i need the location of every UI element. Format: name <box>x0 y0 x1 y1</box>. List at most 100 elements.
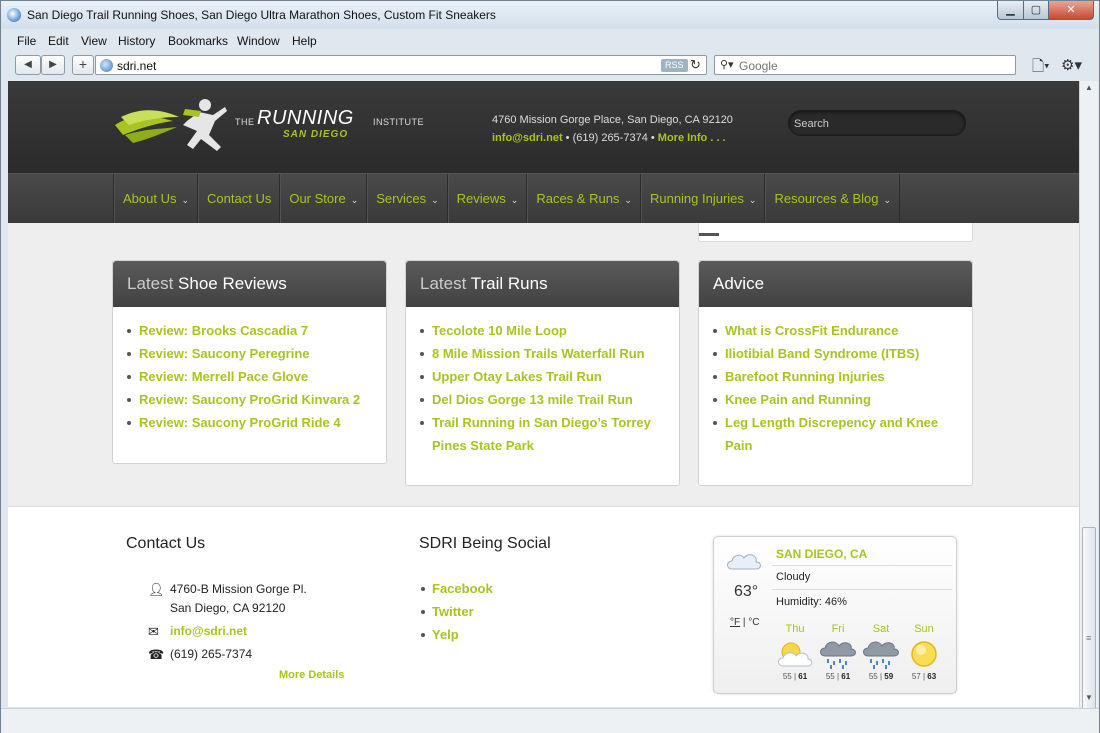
advice-link[interactable]: Barefoot Running Injuries <box>711 365 962 388</box>
review-link[interactable]: Review: Brooks Cascadia 7 <box>125 319 376 342</box>
menu-window[interactable]: Window <box>237 34 280 48</box>
unit-toggle: °F | °C <box>730 617 760 628</box>
page-menu-icon[interactable]: 🗋▾ <box>1032 56 1050 81</box>
footer-phone-number: (619) 265-7374 <box>170 647 253 661</box>
facebook-link[interactable]: Facebook <box>420 577 493 600</box>
unit-c[interactable]: °C <box>748 617 759 628</box>
advice-link[interactable]: Knee Pain and Running <box>711 388 962 411</box>
panel-title-light: Latest <box>420 274 467 293</box>
nav-resources-blog[interactable]: Resources & Blog ⌄ <box>765 174 901 224</box>
header-email-link[interactable]: info@sdri.net <box>492 132 563 144</box>
scroll-up-icon[interactable]: ▲ <box>1085 83 1093 92</box>
chevron-down-icon: ⌄ <box>431 195 439 205</box>
panel-advice: Advice What is CrossFit Endurance Ilioti… <box>698 260 973 486</box>
search-icon: ⚲▾ <box>720 59 734 71</box>
chevron-down-icon: ⌄ <box>883 195 892 205</box>
forecast-day: Sun 57 | 63 <box>901 623 947 681</box>
minimize-button[interactable]: ▁ <box>997 1 1024 20</box>
site-logo[interactable]: THE RUNNING INSTITUTE SAN DIEGO <box>113 95 424 155</box>
window-title: San Diego Trail Running Shoes, San Diego… <box>27 8 496 22</box>
review-link[interactable]: Review: Merrell Pace Glove <box>125 365 376 388</box>
address-line-2: San Diego, CA 92120 <box>170 601 286 615</box>
nav-services[interactable]: Services ⌄ <box>367 174 448 224</box>
more-info-link[interactable]: More Info . . . <box>658 132 726 144</box>
site-search[interactable] <box>788 110 966 136</box>
advice-link[interactable]: What is CrossFit Endurance <box>711 319 962 342</box>
maximize-button[interactable]: ▢ <box>1023 1 1049 20</box>
menu-file[interactable]: File <box>17 34 36 48</box>
unit-f[interactable]: °F <box>730 617 740 628</box>
logo-sandiego: SAN DIEGO <box>283 129 349 140</box>
nav-reviews[interactable]: Reviews ⌄ <box>447 174 528 224</box>
twitter-link[interactable]: Twitter <box>420 600 493 623</box>
advice-link[interactable]: Leg Length Discrepency and Knee Pain <box>711 411 962 457</box>
site-search-input[interactable] <box>794 115 954 132</box>
previous-panel-bottom <box>698 223 973 242</box>
page-viewport: THE RUNNING INSTITUTE SAN DIEGO 4760 Mis… <box>8 81 1079 707</box>
weather-humidity: Humidity: 46% <box>776 596 847 608</box>
review-link[interactable]: Review: Saucony Peregrine <box>125 342 376 365</box>
status-bar <box>1 708 1099 733</box>
close-button[interactable]: ✕ <box>1048 1 1094 20</box>
forecast-high: 59 <box>884 672 894 681</box>
scroll-down-icon[interactable]: ▼ <box>1085 693 1093 702</box>
forecast-low: 55 <box>868 672 878 681</box>
forward-button[interactable]: ▶ <box>41 55 65 75</box>
footer-email-link[interactable]: info@sdri.net <box>170 622 247 641</box>
back-button[interactable]: ◀ <box>15 55 41 75</box>
nav-label: Our Store <box>289 191 346 206</box>
weather-widget: SAN DIEGO, CA Cloudy Humidity: 46% 63° °… <box>713 536 957 694</box>
review-link[interactable]: Review: Saucony ProGrid Kinvara 2 <box>125 388 376 411</box>
new-tab-button[interactable]: + <box>72 55 94 75</box>
chevron-down-icon: ⌄ <box>748 195 757 205</box>
url-text: sdri.net <box>117 59 157 73</box>
header-contact-info: 4760 Mission Gorge Place, San Diego, CA … <box>492 111 733 147</box>
nav-label: Resources & Blog <box>774 191 879 206</box>
nav-contact-us[interactable]: Contact Us <box>198 174 281 224</box>
nav-running-injuries[interactable]: Running Injuries ⌄ <box>640 174 766 224</box>
phone-icon: ☎ <box>148 647 165 662</box>
logo-running: RUNNING <box>257 107 354 129</box>
site-header: THE RUNNING INSTITUTE SAN DIEGO 4760 Mis… <box>8 81 1079 173</box>
forecast-high: 61 <box>798 672 808 681</box>
weather-city: SAN DIEGO, CA <box>776 547 868 561</box>
header-address: 4760 Mission Gorge Place, San Diego, CA … <box>492 114 733 126</box>
navigation-toolbar: ◀ ▶ + sdri.net RSS ↻ ⚲▾ Google 🗋▾ ⚙▾ <box>1 53 1099 79</box>
more-details-link[interactable]: More Details <box>279 669 344 681</box>
gear-icon[interactable]: ⚙▾ <box>1061 56 1082 74</box>
trail-run-link[interactable]: Trail Running in San Diego’s Torrey Pine… <box>418 411 669 457</box>
scroll-thumb[interactable]: ≡ <box>1082 527 1096 733</box>
forecast-day-name: Thu <box>785 623 805 635</box>
menu-edit[interactable]: Edit <box>48 34 69 48</box>
trail-run-link[interactable]: 8 Mile Mission Trails Waterfall Run <box>418 342 669 365</box>
nav-about-us[interactable]: About Us ⌄ <box>114 174 199 224</box>
rss-button[interactable]: RSS <box>661 59 688 72</box>
menu-view[interactable]: View <box>81 34 107 48</box>
nav-label: Services <box>376 191 427 206</box>
reload-icon[interactable]: ↻ <box>690 57 701 73</box>
menu-help[interactable]: Help <box>292 34 317 48</box>
forecast-day-name: Sun <box>914 623 934 635</box>
yelp-link[interactable]: Yelp <box>420 623 493 646</box>
rain-cloud-icon <box>861 638 901 670</box>
header-phone: • (619) 265-7374 • <box>562 132 655 144</box>
address-line-1: 4760-B Mission Gorge Pl. <box>170 582 307 596</box>
advice-link[interactable]: Iliotibial Band Syndrome (ITBS) <box>711 342 962 365</box>
trail-run-link[interactable]: Upper Otay Lakes Trail Run <box>418 365 669 388</box>
trail-run-link[interactable]: Tecolote 10 Mile Loop <box>418 319 669 342</box>
address-bar[interactable]: sdri.net RSS ↻ <box>95 55 707 75</box>
menu-bookmarks[interactable]: Bookmarks <box>168 34 228 48</box>
forecast-day-name: Fri <box>831 623 845 635</box>
chevron-down-icon: ⌄ <box>350 195 359 205</box>
trail-run-link[interactable]: Del Dios Gorge 13 mile Trail Run <box>418 388 669 411</box>
nav-label: Contact Us <box>207 191 272 206</box>
menu-history[interactable]: History <box>118 34 155 48</box>
nav-our-store[interactable]: Our Store ⌄ <box>280 174 368 224</box>
search-box[interactable]: ⚲▾ Google <box>714 55 1016 75</box>
forecast-day: Fri 55 | 61 <box>815 623 861 681</box>
review-link[interactable]: Review: Saucony ProGrid Ride 4 <box>125 411 376 434</box>
vertical-scrollbar[interactable]: ▲ ≡ ▼ <box>1079 81 1098 733</box>
nav-races-runs[interactable]: Races & Runs ⌄ <box>527 174 641 224</box>
title-bar: San Diego Trail Running Shoes, San Diego… <box>1 1 1099 29</box>
nav-label: Reviews <box>456 191 506 206</box>
